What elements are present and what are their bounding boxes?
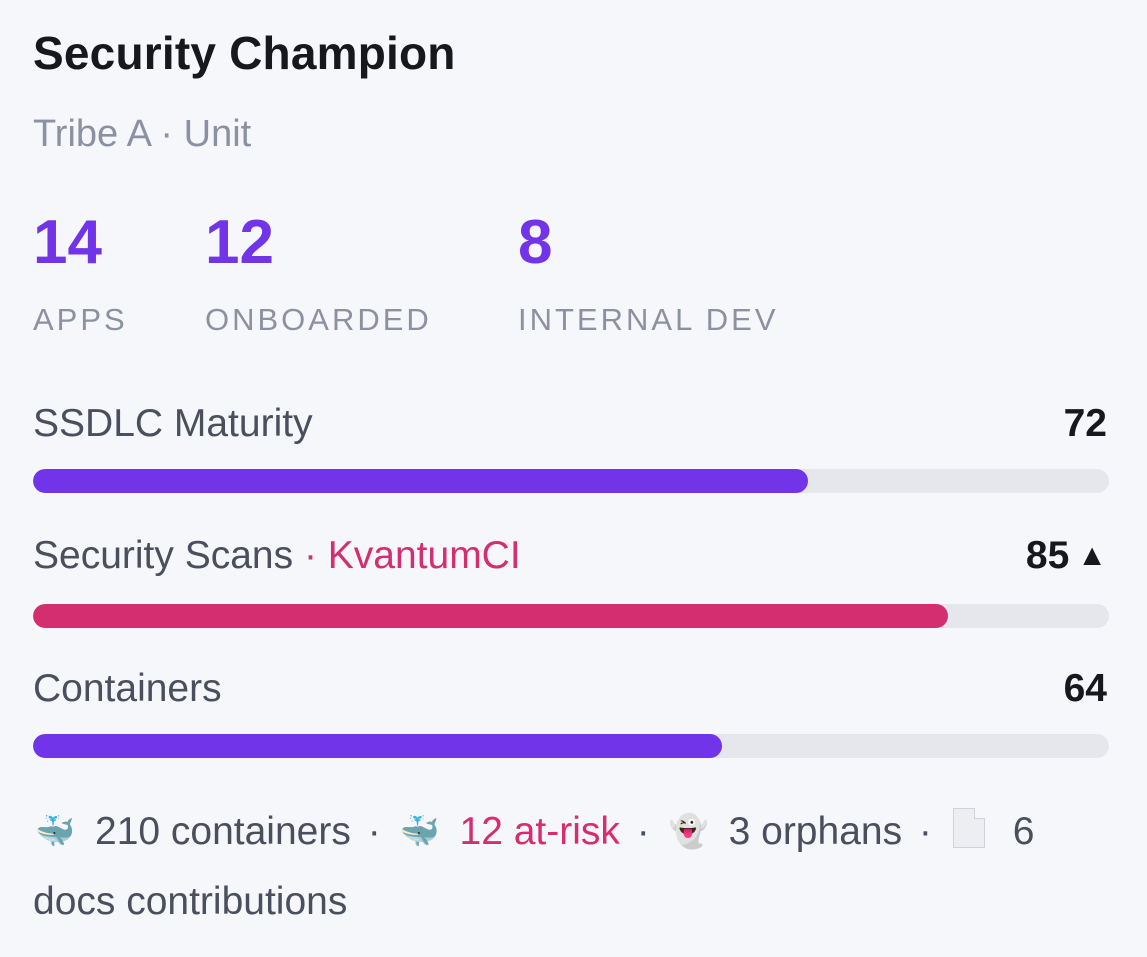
metric-security-scans: Security Scans · KvantumCI 85 ▲ [33,534,1109,628]
metric-value-group: 85 ▲ [1026,534,1107,578]
progress-fill [33,734,722,758]
metric-name-group: Security Scans · KvantumCI [33,534,521,578]
stat-value: 8 [518,208,553,277]
at-risk-count[interactable]: 12 at-risk [460,810,620,853]
metric-value: 64 [1063,667,1107,710]
metric-name: SSDLC Maturity [33,402,313,445]
stat-internal-dev: 8 INTERNAL DEV [518,206,779,338]
scan-tool-link[interactable]: KvantumCI [328,534,521,577]
whale-icon: 🐳 [399,813,440,849]
separator: · [918,810,932,853]
progress-track [33,604,1109,628]
card-subtitle: Tribe A · Unit [33,113,252,155]
metric-name: Containers [33,667,222,710]
separator: · [367,810,381,853]
stat-label: APPS [33,302,128,337]
card-title: Security Champion [33,27,456,79]
whale-icon: 🐳 [35,813,75,849]
separator: · [636,810,650,853]
stat-label: INTERNAL DEV [518,302,779,337]
metric-value: 72 [1063,402,1107,445]
progress-track [33,469,1109,493]
security-champion-card: Security Champion Tribe A · Unit 14 APPS… [0,0,1147,957]
progress-fill [33,604,948,628]
stat-value: 14 [33,208,102,277]
containers-count: 210 containers [95,810,351,853]
trend-up-icon: ▲ [1077,539,1107,572]
stat-label: ONBOARDED [205,302,432,337]
container-summary: 🐳 210 containers · 🐳 12 at-risk · 👻 3 orpha… [33,796,1113,937]
progress-track [33,734,1109,758]
stat-onboarded: 12 ONBOARDED [205,206,432,338]
stat-value: 12 [205,208,274,277]
metric-value: 85 [1025,534,1070,577]
progress-fill [33,469,808,493]
metric-ssdlc: SSDLC Maturity 72 [33,402,1109,493]
stat-apps: 14 APPS [33,206,128,338]
document-icon [952,808,985,848]
metric-name: Security Scans [33,534,294,577]
ghost-icon: 👻 [668,813,709,849]
metric-containers: Containers 64 [33,667,1109,758]
orphans-count: 3 orphans [728,810,903,853]
metric-separator: · [293,534,328,577]
